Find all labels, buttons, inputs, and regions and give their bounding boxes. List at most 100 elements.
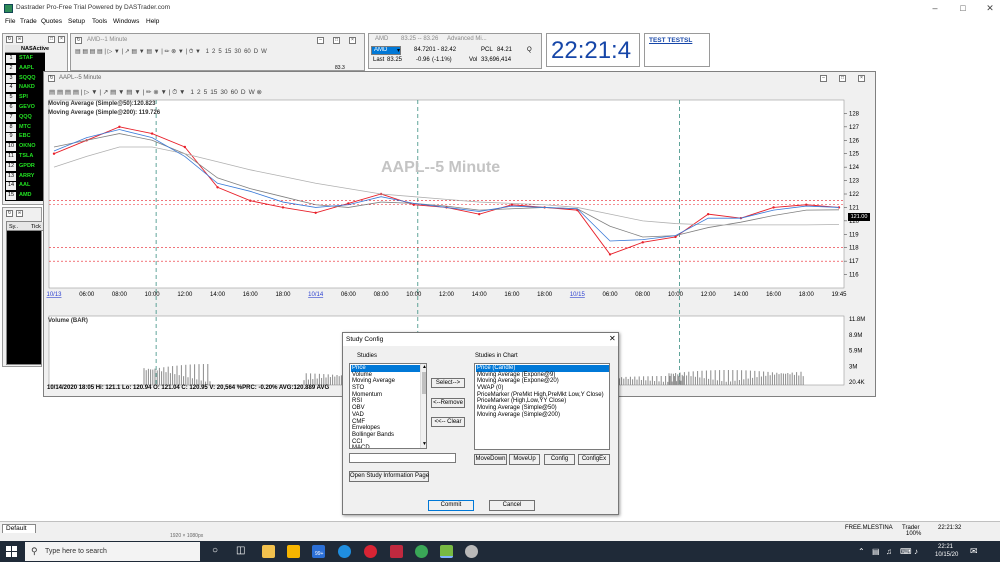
timeframe-button[interactable]: 1: [190, 89, 194, 96]
configex-button[interactable]: ConfigEx: [578, 454, 610, 465]
menu-trade[interactable]: Trade: [20, 18, 37, 25]
settings-icon[interactable]: ⊗: [257, 89, 262, 96]
watchlist-row[interactable]: 6 GEVO: [5, 103, 45, 112]
timeframe-button[interactable]: 5: [218, 49, 221, 55]
refresh-icon[interactable]: ↻: [6, 36, 13, 43]
close-icon[interactable]: ✕: [983, 2, 997, 14]
study-search-input[interactable]: [349, 453, 456, 463]
move-up-button[interactable]: MoveUp: [509, 454, 540, 465]
watchlist-row[interactable]: 1 STAF: [5, 54, 45, 63]
watchlist-row[interactable]: 15 AMD: [5, 191, 45, 201]
commit-button[interactable]: Commit: [428, 500, 474, 511]
watchlist-row[interactable]: 7 QQQ: [5, 113, 45, 122]
timeframe-button[interactable]: 15: [210, 89, 217, 96]
study-option[interactable]: STO: [351, 385, 426, 392]
chain-icon[interactable]: ∞: [16, 36, 23, 43]
study-option[interactable]: VAD: [351, 412, 426, 419]
timeframe-button[interactable]: 30: [234, 49, 241, 55]
study-in-chart-item[interactable]: Moving Average (Expone@20): [476, 378, 609, 385]
timeframe-button[interactable]: 2: [197, 89, 201, 96]
timeframe-button[interactable]: 60: [231, 89, 238, 96]
menu-file[interactable]: File: [5, 18, 15, 25]
menu-quotes[interactable]: Quotes: [41, 18, 62, 25]
dastrader-taskbar-icon[interactable]: [440, 545, 453, 558]
keyboard-icon[interactable]: ⌨: [900, 547, 912, 556]
app-red-icon[interactable]: [390, 545, 403, 558]
study-option[interactable]: Momentum: [351, 392, 426, 399]
window-restore-icon[interactable]: □: [839, 75, 846, 82]
watchlist-row[interactable]: 12 GPDR: [5, 162, 45, 171]
study-in-chart-item[interactable]: PriceMarker (High,Low,YY Close): [476, 398, 609, 405]
window-restore-icon[interactable]: □: [48, 36, 55, 43]
study-in-chart-item[interactable]: Moving Average (Simple@200): [476, 412, 609, 419]
timeframe-button[interactable]: 5: [204, 89, 208, 96]
watchlist-row[interactable]: 13 ARRY: [5, 172, 45, 181]
study-option[interactable]: CCI: [351, 439, 426, 446]
watchlist-row[interactable]: 11 TSLA: [5, 152, 45, 161]
taskbar-clock-time[interactable]: 22:21: [938, 544, 953, 550]
timeframe-button[interactable]: 60: [244, 49, 251, 55]
timeframe-button[interactable]: W: [249, 89, 255, 96]
cancel-button[interactable]: Cancel: [489, 500, 535, 511]
window-restore-icon[interactable]: □: [333, 37, 340, 44]
watchlist-row[interactable]: 3 SQQQ: [5, 74, 45, 83]
scroll-down-icon[interactable]: ▼: [422, 441, 426, 447]
file-explorer-icon[interactable]: [262, 545, 275, 558]
study-in-chart-item[interactable]: Moving Average (Simple@50): [476, 405, 609, 412]
study-in-chart-item[interactable]: PriceMarker (PreMkt High,PreMkt Low,Y Cl…: [476, 392, 609, 399]
toolbar-tools-icon[interactable]: ▤ ▤ ▤ ▤ | ▷ ▼ | ↗ ▤ ▼ ▤ ▼ | ✏ ⊗ ▼ | ⏱ ▼: [75, 49, 201, 55]
study-option[interactable]: Moving Average: [351, 378, 426, 385]
study-option[interactable]: MACD: [351, 445, 426, 448]
menu-help[interactable]: Help: [146, 18, 159, 25]
watchlist-row[interactable]: 2 AAPL: [5, 64, 45, 73]
window-close-icon[interactable]: ×: [858, 75, 865, 82]
tab-default[interactable]: Default: [2, 524, 36, 533]
window-close-icon[interactable]: ×: [58, 36, 65, 43]
refresh-icon[interactable]: ↻: [6, 210, 13, 217]
edge-browser-icon[interactable]: [338, 545, 351, 558]
study-option[interactable]: Bollinger Bands: [351, 432, 426, 439]
remove-button[interactable]: <--Remove: [431, 398, 465, 408]
study-option[interactable]: CMF: [351, 419, 426, 426]
cortana-icon[interactable]: ○: [212, 545, 218, 556]
window-minimize-icon[interactable]: –: [820, 75, 827, 82]
chain-icon[interactable]: ∞: [16, 210, 23, 217]
scrollbar-thumb[interactable]: [422, 372, 426, 394]
timeframe-button[interactable]: 30: [220, 89, 227, 96]
account-label[interactable]: TEST TESTSL: [649, 37, 692, 44]
open-study-info-button[interactable]: Open Study Information Page: [349, 471, 429, 482]
opera-icon[interactable]: [364, 545, 377, 558]
scroll-up-icon[interactable]: ▲: [422, 364, 426, 370]
refresh-icon[interactable]: ↻: [48, 75, 55, 82]
watchlist-row[interactable]: 10 OKNO: [5, 142, 45, 152]
study-in-chart-item[interactable]: Moving Average (Expone@9): [476, 372, 609, 379]
window-minimize-icon[interactable]: –: [317, 37, 324, 44]
app-gray-icon[interactable]: [465, 545, 478, 558]
watchlist-row[interactable]: 5 SPI: [5, 93, 45, 103]
study-in-chart-item[interactable]: VWAP (0): [476, 385, 609, 392]
menu-setup[interactable]: Setup: [68, 18, 85, 25]
timeframe-button[interactable]: D: [254, 49, 258, 55]
chrome-icon[interactable]: [415, 545, 428, 558]
dropdown-icon[interactable]: ▾: [397, 47, 400, 54]
folder-icon[interactable]: [287, 545, 300, 558]
study-in-chart-item[interactable]: Price (Candle): [476, 365, 609, 372]
window-close-icon[interactable]: ×: [349, 37, 356, 44]
clear-button[interactable]: <<-- Clear: [431, 417, 465, 427]
volume-icon[interactable]: ♫: [886, 547, 892, 556]
timeframe-button[interactable]: 1: [206, 49, 209, 55]
studies-scrollbar[interactable]: ▲ ▼: [420, 364, 426, 448]
watchlist-row[interactable]: 14 AAL: [5, 181, 45, 191]
tray-chevron-icon[interactable]: ⌃: [858, 547, 865, 556]
toolbar-tools-icon[interactable]: ▤ ▤ ▤ ▤ | ▷ ▼ | ↗ ▤ ▼ ▤ ▼ | ✏ ⊗ ▼ | ⏱ ▼: [49, 89, 186, 96]
study-option[interactable]: Envelopes: [351, 425, 426, 432]
studies-list[interactable]: Price Volume Moving Average STO Momentum RSI O…: [349, 363, 427, 449]
move-down-button[interactable]: MoveDown: [474, 454, 507, 465]
timeframe-button[interactable]: 2: [212, 49, 215, 55]
dialog-close-icon[interactable]: ✕: [609, 334, 616, 343]
timeframe-button[interactable]: D: [241, 89, 246, 96]
menu-windows[interactable]: Windows: [113, 18, 139, 25]
maximize-icon[interactable]: □: [956, 2, 970, 14]
timeframe-button[interactable]: 15: [225, 49, 232, 55]
study-option[interactable]: Price: [351, 365, 426, 372]
